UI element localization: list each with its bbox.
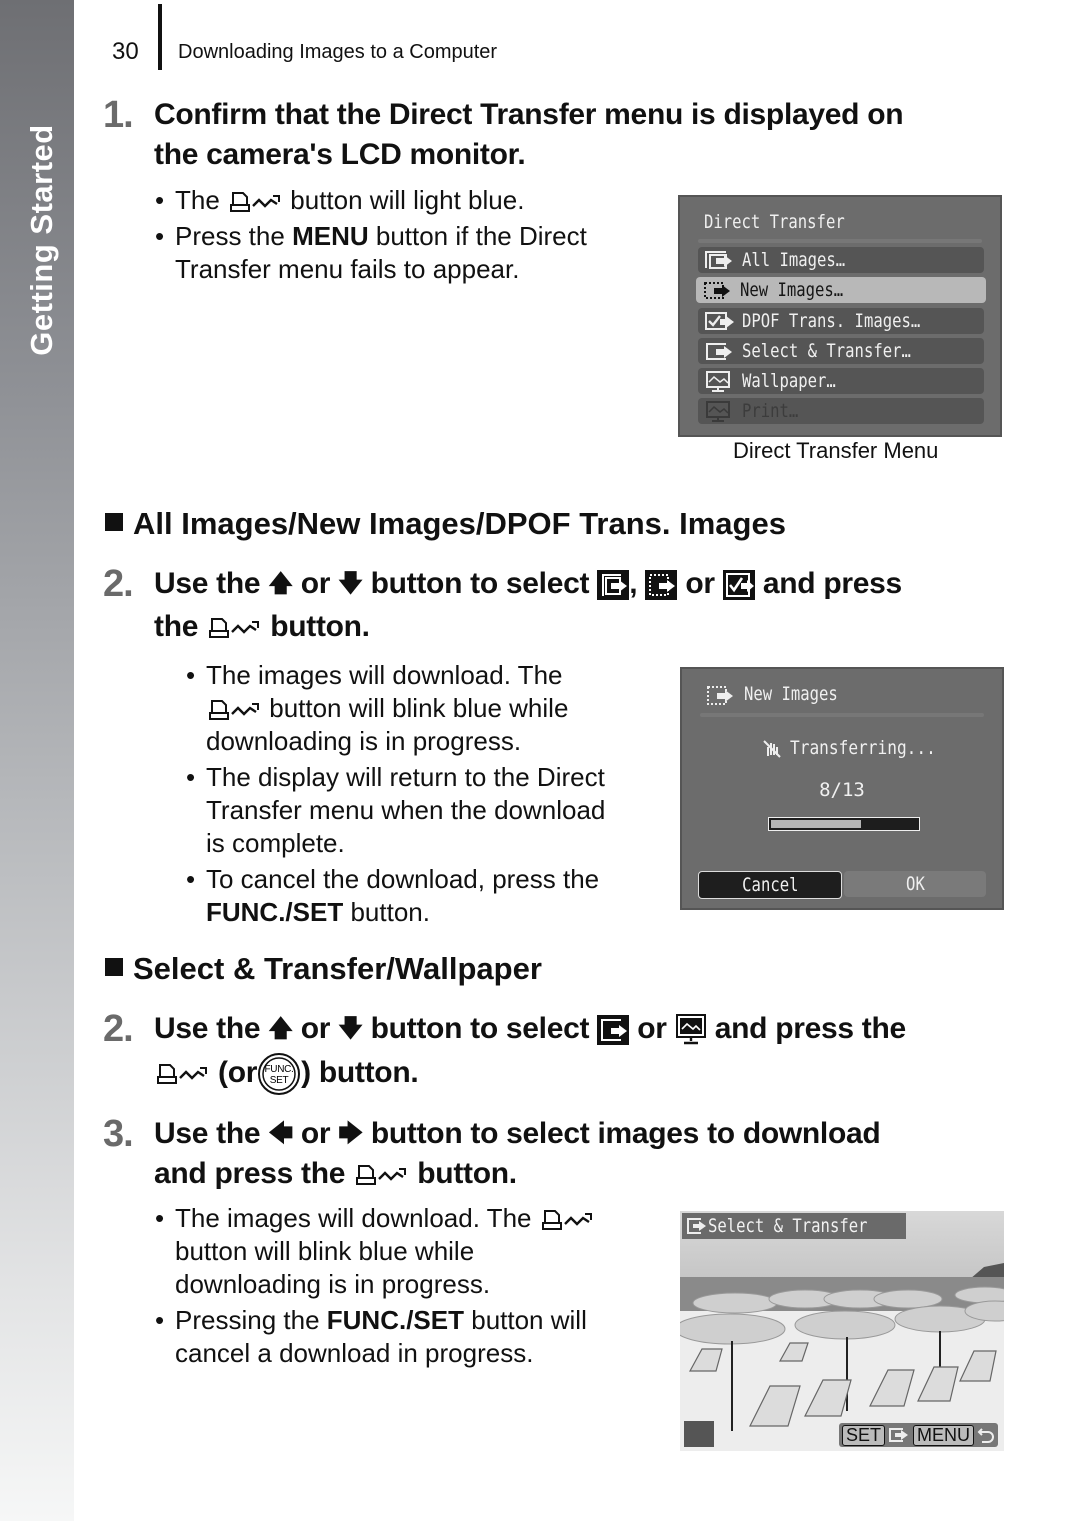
print-share-icon	[209, 618, 260, 639]
transfer-count: 8/13	[819, 779, 865, 801]
lcd-title-rule	[698, 239, 982, 243]
wallpaper-icon	[706, 371, 730, 392]
ok-button[interactable]: OK	[844, 871, 986, 897]
set-button-hint: SET	[841, 1424, 885, 1446]
left-arrow-icon: 🡄	[268, 1120, 293, 1147]
menu-item-print: Print…	[698, 398, 984, 424]
lcd-transfer-progress: New Images Transferring... 8/13 Cancel O…	[680, 667, 1004, 910]
step-number: 2.	[103, 1008, 134, 1050]
down-arrow-icon: 🡇	[338, 570, 363, 597]
bullet-item: The button will light blue.	[155, 184, 655, 217]
beach-photo	[680, 1211, 1004, 1451]
transfer-progress-bar	[768, 817, 920, 831]
dpof-icon	[705, 312, 734, 330]
lcd-menu-caption: Direct Transfer Menu	[733, 438, 939, 463]
bullet-item: To cancel the download, press the FUNC./…	[186, 863, 666, 929]
step-1-line-2: the camera's LCD monitor.	[154, 138, 526, 171]
progress-fill	[771, 820, 861, 828]
step-number: 2.	[103, 563, 134, 605]
section-heading-select-wallpaper: Select & Transfer/Wallpaper	[105, 951, 542, 987]
step-2a-line-2: the button.	[154, 610, 370, 643]
select-transfer-icon	[597, 1015, 630, 1046]
menu-item-wallpaper[interactable]: Wallpaper…	[698, 368, 984, 394]
up-arrow-icon: 🡅	[268, 1015, 293, 1042]
transfer-status: Transferring...	[790, 737, 936, 759]
right-arrow-icon: 🡆	[338, 1120, 363, 1147]
header-title: Downloading Images to a Computer	[178, 41, 498, 63]
select-transfer-icon	[889, 1428, 908, 1442]
step-number: 3.	[103, 1113, 134, 1155]
menu-item-all-images[interactable]: All Images…	[698, 247, 984, 273]
step-1-line-1: Confirm that the Direct Transfer menu is…	[154, 98, 904, 131]
select-transfer-icon	[706, 343, 732, 360]
new-images-icon	[704, 282, 730, 299]
dpof-icon	[722, 570, 755, 601]
step-2a-bullets: The images will download. The button wil…	[186, 659, 666, 932]
down-arrow-icon: 🡇	[338, 1015, 363, 1042]
step-2b-line-1: Use the 🡅 or 🡇 button to select or and p…	[154, 1008, 906, 1050]
square-bullet-icon	[105, 958, 123, 976]
all-images-icon	[597, 570, 630, 601]
lcd-select-transfer-photo: Select & Transfer SET MENU	[680, 1211, 1004, 1451]
square-bullet-icon	[105, 513, 123, 531]
step-3-line-2: and press the button.	[154, 1157, 517, 1190]
func-label: FUNC.	[265, 1064, 294, 1075]
bullet-item: The display will return to the Direct Tr…	[186, 761, 666, 860]
print-share-icon	[356, 1165, 407, 1186]
cancel-button[interactable]: Cancel	[698, 871, 842, 899]
new-images-icon	[645, 570, 678, 601]
set-label: SET	[270, 1075, 289, 1086]
up-arrow-icon: 🡅	[268, 570, 293, 597]
no-shake-hand-icon	[763, 740, 781, 758]
menu-button-hint: MENU	[913, 1424, 974, 1446]
section-heading-all-new-dpof: All Images/New Images/DPOF Trans. Images	[105, 506, 786, 542]
print-share-icon	[541, 1210, 592, 1231]
menu-item-new-images[interactable]: New Images…	[696, 277, 986, 303]
bullet-item: The images will download. The button wil…	[186, 659, 666, 758]
print-icon	[706, 401, 730, 422]
new-images-icon	[707, 686, 733, 705]
print-share-icon	[230, 192, 281, 213]
bullet-item: Pressing the FUNC./SET button will cance…	[155, 1304, 655, 1370]
lcd-direct-transfer-menu: Direct Transfer All Images… New Images… …	[678, 195, 1002, 437]
func-set-button-icon: FUNC.SET	[258, 1053, 301, 1096]
step-3-line-1: Use the 🡄 or 🡆 button to select images t…	[154, 1113, 881, 1155]
photo-button-hints: SET MENU	[838, 1423, 998, 1447]
select-transfer-icon	[687, 1218, 706, 1234]
bullet-item: Press the MENU button if the Direct Tran…	[155, 220, 655, 286]
step-number: 1.	[103, 94, 134, 136]
print-share-icon	[157, 1064, 207, 1085]
menu-item-dpof-trans-images[interactable]: DPOF Trans. Images…	[698, 308, 984, 334]
step-3-bullets: The images will download. The button wil…	[155, 1202, 655, 1373]
photo-title-bar: Select & Transfer	[682, 1213, 907, 1239]
step-1-bullets: The button will light blue. Press the ME…	[155, 184, 655, 289]
header-divider	[158, 4, 162, 70]
menu-item-select-transfer[interactable]: Select & Transfer…	[698, 338, 984, 364]
lcd-transfer-title: New Images	[744, 683, 838, 705]
wallpaper-icon	[675, 1014, 706, 1045]
bullet-item: The images will download. The button wil…	[155, 1202, 655, 1301]
step-2b-line-2: (or FUNC. SET) button.	[154, 1052, 419, 1096]
step-2a-line-1: Use the 🡅 or 🡇 button to select , or and…	[154, 563, 902, 605]
sidebar-label: Getting Started	[24, 124, 59, 356]
lcd-title-rule	[700, 713, 984, 717]
lcd-menu-title: Direct Transfer	[704, 211, 845, 233]
sidebar-tab: Getting Started	[0, 0, 74, 1521]
return-icon	[977, 1428, 994, 1443]
all-images-icon	[705, 251, 732, 269]
print-share-icon	[209, 700, 259, 721]
page-number: 30	[112, 38, 139, 65]
